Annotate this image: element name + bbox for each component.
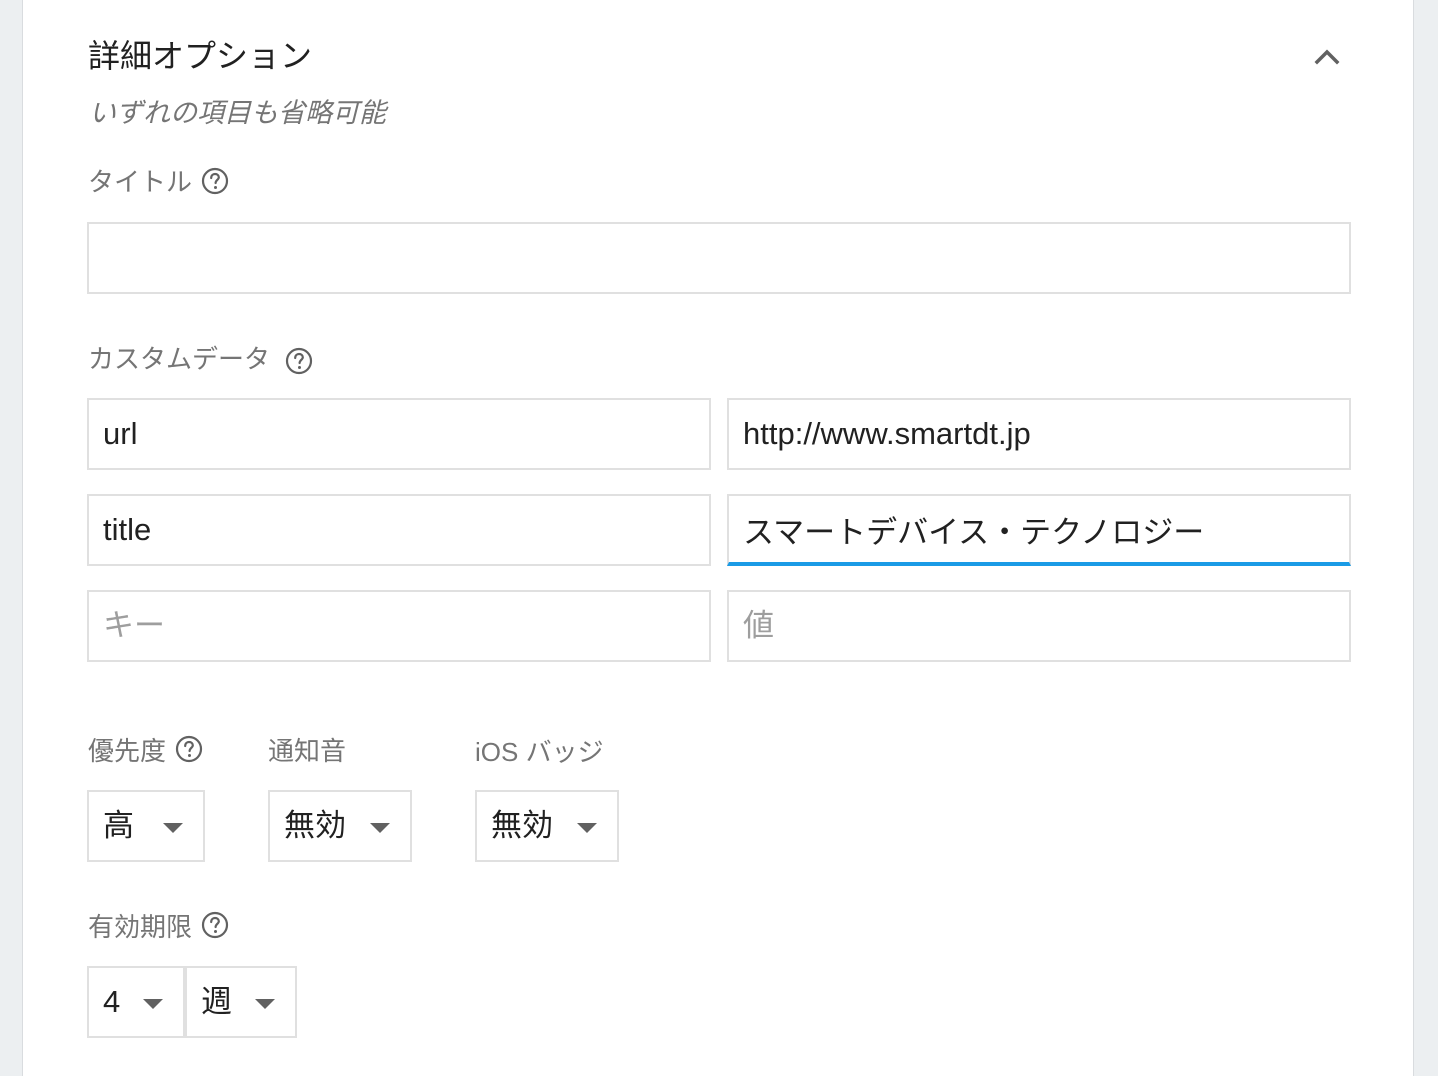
custom-key-field[interactable] [87, 398, 711, 470]
sound-value: 無効 [284, 808, 346, 843]
expiration-amount-value: 4 [103, 984, 121, 1019]
new-value-field[interactable] [727, 590, 1351, 662]
title-help-icon[interactable] [201, 167, 229, 195]
custom-key-input[interactable] [89, 400, 709, 468]
custom-value-input[interactable] [729, 400, 1349, 468]
dropdown-arrow-icon [255, 999, 275, 1009]
new-value-input[interactable] [729, 592, 1349, 660]
ios-badge-label: iOS バッジ [475, 737, 604, 767]
custom-data-help-icon[interactable] [285, 347, 313, 375]
expiration-label: 有効期限 [88, 913, 193, 943]
dropdown-arrow-icon [577, 823, 597, 833]
expiration-help-icon[interactable] [201, 911, 229, 939]
custom-data-label: カスタムデータ [88, 345, 271, 375]
dropdown-arrow-icon [370, 823, 390, 833]
expiration-amount-select[interactable]: 4 [87, 966, 185, 1038]
sound-label: 通知音 [268, 737, 347, 767]
ios-badge-value: 無効 [491, 808, 553, 843]
dropdown-arrow-icon [163, 823, 183, 833]
custom-value-field[interactable] [727, 398, 1351, 470]
priority-value: 高 [103, 808, 134, 843]
new-key-field[interactable] [87, 590, 711, 662]
sound-select[interactable]: 無効 [268, 790, 412, 862]
advanced-options-card: 詳細オプション いずれの項目も省略可能 タイトル カスタムデータ url htt… [22, 0, 1414, 1076]
expiration-unit-select[interactable]: 週 [185, 966, 297, 1038]
title-input[interactable] [89, 224, 1349, 292]
title-label: タイトル [88, 168, 193, 198]
chevron-up-icon [1314, 49, 1340, 65]
priority-label: 優先度 [88, 737, 167, 767]
custom-value-input[interactable] [729, 496, 1349, 562]
custom-value-field-focused[interactable] [727, 494, 1351, 566]
section-title: 詳細オプション [88, 37, 313, 75]
new-key-input[interactable] [89, 592, 709, 660]
priority-select[interactable]: 高 [87, 790, 205, 862]
expiration-unit-value: 週 [201, 984, 232, 1019]
dropdown-arrow-icon [143, 999, 163, 1009]
ios-badge-select[interactable]: 無効 [475, 790, 619, 862]
custom-key-field[interactable] [87, 494, 711, 566]
collapse-button[interactable] [1309, 38, 1345, 74]
priority-help-icon[interactable] [175, 735, 203, 763]
section-subtitle: いずれの項目も省略可能 [89, 98, 386, 129]
custom-key-input[interactable] [89, 496, 709, 564]
title-input-field[interactable] [87, 222, 1351, 294]
